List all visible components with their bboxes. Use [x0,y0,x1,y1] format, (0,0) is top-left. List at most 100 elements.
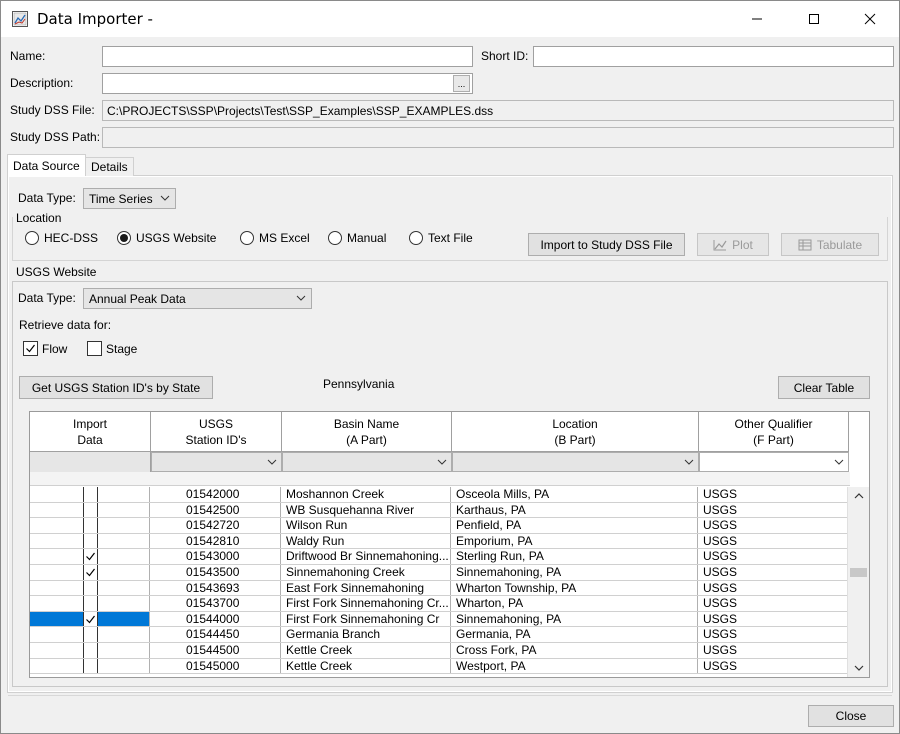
tab-data-source[interactable]: Data Source [7,154,86,176]
qualifier-cell[interactable]: USGS [698,502,848,518]
import-checkbox[interactable] [83,533,98,549]
import-checkbox[interactable] [83,642,98,658]
qualifier-cell[interactable]: USGS [698,487,848,502]
maximize-button[interactable] [791,1,837,37]
location-cell[interactable]: Westport, PA [451,658,698,674]
basin-name-cell[interactable]: Driftwood Br Sinnemahoning... [281,549,451,564]
radio-text-file[interactable]: Text File [409,231,473,245]
stations-table[interactable]: Import Data USGS Station ID's Basin Name… [29,411,870,678]
station-id-cell[interactable]: 01543700 [150,596,281,611]
table-row[interactable]: 01544450 Germania Branch Germania, PA USGS [30,627,848,643]
header-basin-name[interactable]: Basin Name (A Part) [282,412,452,452]
table-row[interactable]: 01543693 East Fork Sinnemahoning Wharton T… [30,580,848,597]
description-browse-button[interactable]: ... [453,75,470,92]
vertical-scrollbar[interactable] [847,487,869,677]
scrollbar-thumb[interactable] [850,568,867,577]
tabulate-button[interactable]: Tabulate [781,233,879,256]
close-button[interactable]: Close [808,705,894,727]
location-cell[interactable]: Osceola Mills, PA [451,487,698,502]
radio-ms-excel[interactable]: MS Excel [240,231,310,245]
table-row[interactable]: 01545000 Kettle Creek Westport, PA USGS [30,658,848,675]
import-checkbox[interactable] [83,564,98,580]
location-cell[interactable]: Karthaus, PA [451,502,698,518]
table-row[interactable]: 01542500 WB Susquehanna River Karthaus, PA… [30,502,848,519]
import-checkbox[interactable] [83,627,98,642]
qualifier-cell[interactable]: USGS [698,533,848,549]
minimize-button[interactable] [734,1,780,37]
qualifier-cell[interactable]: USGS [698,564,848,580]
filter-qualifier-select[interactable] [699,452,849,472]
title-bar[interactable]: Data Importer - [1,1,899,37]
table-row[interactable]: 01542720 Wilson Run Penfield, PA USGS [30,518,848,534]
stage-checkbox[interactable]: Stage [87,341,137,356]
import-checkbox[interactable] [83,580,98,596]
short-id-input[interactable] [533,46,894,67]
close-window-button[interactable] [847,1,893,37]
plot-button[interactable]: Plot [697,233,769,256]
name-input[interactable] [102,46,473,67]
station-id-cell[interactable]: 01544500 [150,642,281,658]
table-row[interactable]: 01543000 Driftwood Br Sinnemahoning... Ste… [30,549,848,565]
import-to-study-dss-button[interactable]: Import to Study DSS File [528,233,685,256]
location-cell[interactable]: Wharton, PA [451,596,698,611]
qualifier-cell[interactable]: USGS [698,658,848,674]
import-checkbox[interactable] [83,518,98,533]
flow-checkbox[interactable]: Flow [23,341,67,356]
table-row[interactable]: 01543500 Sinnemahoning Creek Sinnemahoning… [30,564,848,581]
radio-hec-dss[interactable]: HEC-DSS [25,231,98,245]
basin-name-cell[interactable]: East Fork Sinnemahoning [281,580,451,596]
location-cell[interactable]: Cross Fork, PA [451,642,698,658]
table-row[interactable]: 01544500 Kettle Creek Cross Fork, PA USGS [30,642,848,659]
import-checkbox[interactable] [83,487,98,502]
basin-name-cell[interactable]: WB Susquehanna River [281,502,451,518]
station-id-cell[interactable]: 01543500 [150,564,281,580]
scroll-down-icon[interactable] [853,663,865,673]
tab-details[interactable]: Details [85,157,134,176]
import-checkbox[interactable] [83,596,98,611]
header-station-id[interactable]: USGS Station ID's [151,412,282,452]
location-cell[interactable]: Sterling Run, PA [451,549,698,564]
usgs-data-type-select[interactable]: Annual Peak Data [83,288,312,309]
qualifier-cell[interactable]: USGS [698,642,848,658]
location-cell[interactable]: Germania, PA [451,627,698,642]
filter-location-select[interactable] [452,452,699,472]
import-checkbox[interactable] [83,611,98,627]
location-cell[interactable]: Sinnemahoning, PA [451,564,698,580]
header-location[interactable]: Location (B Part) [452,412,699,452]
basin-name-cell[interactable]: First Fork Sinnemahoning Cr... [281,596,451,611]
filter-basin-select[interactable] [282,452,452,472]
header-import-data[interactable]: Import Data [30,412,151,452]
radio-manual[interactable]: Manual [328,231,386,245]
table-row[interactable]: 01543700 First Fork Sinnemahoning Cr... Wh… [30,596,848,612]
scroll-up-icon[interactable] [853,491,865,501]
table-row[interactable]: 01544000 First Fork Sinnemahoning Cr Sinne… [30,611,848,628]
location-cell[interactable]: Penfield, PA [451,518,698,533]
clear-table-button[interactable]: Clear Table [778,376,870,399]
location-cell[interactable]: Wharton Township, PA [451,580,698,596]
station-id-cell[interactable]: 01544000 [150,611,281,627]
table-row[interactable]: 01542000 Moshannon Creek Osceola Mills, PA… [30,487,848,503]
import-checkbox[interactable] [83,502,98,518]
qualifier-cell[interactable]: USGS [698,627,848,642]
qualifier-cell[interactable]: USGS [698,518,848,533]
qualifier-cell[interactable]: USGS [698,596,848,611]
qualifier-cell[interactable]: USGS [698,580,848,596]
station-id-cell[interactable]: 01542810 [150,533,281,549]
radio-usgs-website[interactable]: USGS Website [117,231,216,245]
get-usgs-stations-button[interactable]: Get USGS Station ID's by State [19,376,213,399]
basin-name-cell[interactable]: First Fork Sinnemahoning Cr [281,611,451,627]
station-id-cell[interactable]: 01542720 [150,518,281,533]
import-checkbox[interactable] [83,658,98,674]
basin-name-cell[interactable]: Kettle Creek [281,642,451,658]
station-id-cell[interactable]: 01545000 [150,658,281,674]
table-row[interactable]: 01542810 Waldy Run Emporium, PA USGS [30,533,848,550]
station-id-cell[interactable]: 01542500 [150,502,281,518]
data-type-select[interactable]: Time Series [83,188,176,209]
location-cell[interactable]: Emporium, PA [451,533,698,549]
station-id-cell[interactable]: 01543693 [150,580,281,596]
qualifier-cell[interactable]: USGS [698,549,848,564]
station-id-cell[interactable]: 01544450 [150,627,281,642]
import-checkbox[interactable] [83,549,98,564]
filter-station-select[interactable] [151,452,282,472]
station-id-cell[interactable]: 01543000 [150,549,281,564]
